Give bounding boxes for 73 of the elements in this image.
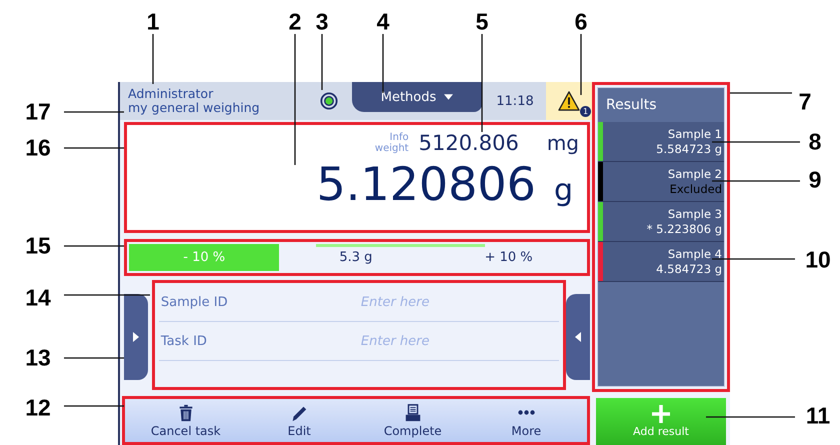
sample-result: 5.584723 g (656, 142, 722, 156)
more-icon (518, 410, 535, 414)
callout-number: 13 (25, 344, 51, 372)
leader-line (64, 405, 124, 407)
sample-result: * 5.223806 g (646, 222, 722, 236)
callout-number: 15 (25, 232, 51, 260)
leader-line (730, 92, 792, 94)
leader-line (64, 111, 124, 113)
result-item[interactable]: Sample 2 Excluded (598, 162, 724, 202)
sample-name: Sample 4 (668, 246, 722, 262)
sample-result: Excluded (670, 182, 722, 196)
plus-icon (652, 405, 670, 423)
leader-line (64, 147, 124, 149)
info-weight-label: Info weight (374, 132, 409, 154)
expand-right-icon (132, 332, 139, 342)
left-panel-tab[interactable] (124, 294, 148, 380)
user-name: Administrator (128, 87, 214, 101)
leader-line (580, 34, 582, 95)
leader-line (64, 245, 124, 247)
weight-value: 5.120806 (316, 157, 536, 211)
result-item[interactable]: Sample 1 5.584723 g (598, 122, 724, 162)
callout-number: 5 (476, 8, 488, 36)
method-name: my general weighing (128, 101, 261, 115)
tolerance-label: + 10 % (484, 250, 534, 265)
toolbar-button[interactable]: Edit (242, 399, 356, 442)
trash-icon (176, 404, 195, 422)
field-label: Sample ID (160, 294, 229, 310)
warning-count-badge: 1 (580, 106, 591, 117)
warning-button[interactable]: 1 (546, 82, 592, 120)
callout-number: 3 (316, 8, 328, 36)
input-field[interactable]: Enter here (360, 334, 560, 348)
warning-icon (558, 91, 580, 111)
callout-number: 11 (806, 402, 830, 430)
callout-number: 8 (808, 128, 822, 156)
leader-line (64, 357, 124, 359)
toolbar-button[interactable]: More (470, 399, 583, 442)
callout-number: 1 (146, 8, 160, 36)
printer-icon (404, 404, 422, 422)
clock-time: 11:18 (495, 94, 535, 108)
result-item[interactable]: Sample 4 4.584723 g (598, 242, 724, 282)
input-field[interactable]: Enter here (360, 294, 560, 310)
callout-number: 16 (25, 134, 51, 162)
sample-name: Sample 2 (668, 166, 722, 182)
leader-line (152, 34, 154, 84)
weight-unit: g (554, 173, 573, 208)
methods-tab[interactable]: Methods (352, 82, 482, 112)
info-weight-unit: mg (546, 131, 579, 155)
callout-number: 12 (25, 394, 51, 422)
callout-number: 17 (25, 98, 51, 126)
leader-line (321, 34, 323, 90)
sample-name: Sample 3 (668, 206, 722, 222)
callout-number: 2 (288, 8, 302, 36)
toolbar-button[interactable]: Complete (356, 399, 470, 442)
callout-number: 10 (805, 246, 831, 274)
field-label: Task ID (160, 334, 208, 348)
callout-number: 4 (376, 8, 390, 36)
callout-number: 7 (798, 88, 812, 116)
callout-number: 14 (25, 284, 51, 312)
callout-number: 9 (808, 166, 822, 194)
result-item[interactable]: Sample 3 * 5.223806 g (598, 202, 724, 242)
tolerance-label: - 10 % (182, 250, 226, 265)
status-ring-icon (320, 92, 338, 110)
expand-left-icon (575, 332, 582, 342)
sample-result: 4.584723 g (656, 262, 722, 276)
info-weight-value: 5120.806 (418, 131, 519, 155)
caret-icon (444, 94, 454, 100)
leader-line (382, 34, 384, 93)
callout-number: 6 (574, 8, 588, 36)
tolerance-label: 5.3 g (338, 250, 374, 265)
right-panel-tab[interactable] (566, 294, 590, 380)
results-title: Results (605, 96, 658, 115)
toolbar-button[interactable]: Cancel task (129, 399, 242, 442)
sample-name: Sample 1 (668, 126, 722, 142)
